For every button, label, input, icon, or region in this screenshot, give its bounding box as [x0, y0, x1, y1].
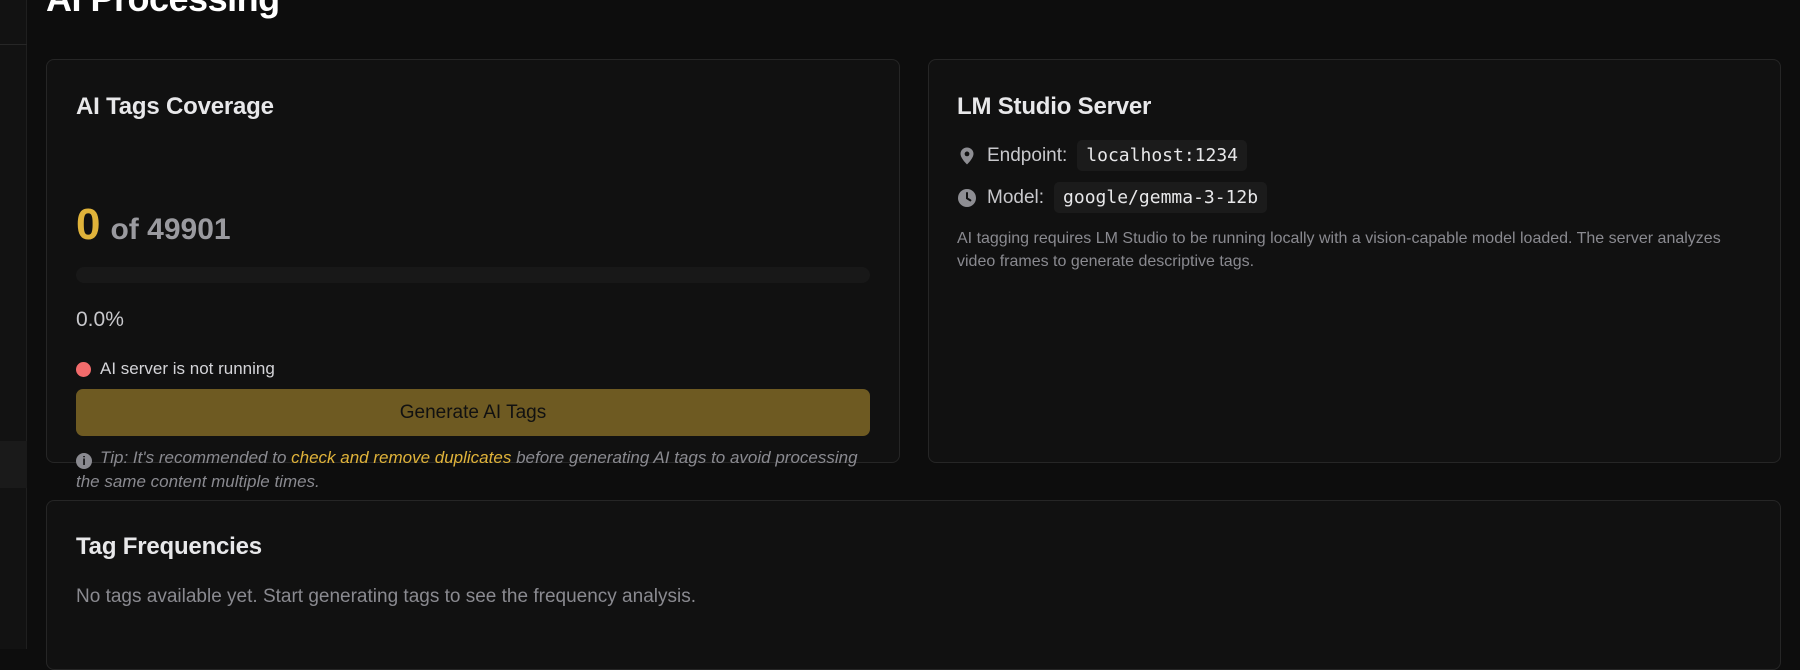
server-title: LM Studio Server: [957, 93, 1152, 120]
server-description: AI tagging requires LM Studio to be runn…: [957, 230, 1721, 270]
endpoint-row: Endpoint: localhost:1234: [957, 140, 1248, 171]
endpoint-label: Endpoint:: [987, 144, 1068, 166]
sidebar-item-active[interactable]: [0, 441, 27, 488]
model-label: Model:: [987, 186, 1045, 208]
info-icon: i: [76, 453, 92, 469]
page-title: AI Processing: [46, 0, 280, 20]
lm-studio-server-card: LM Studio Server Endpoint: localhost:123…: [928, 59, 1781, 463]
location-pin-icon: [960, 147, 974, 164]
coverage-count: 0 of 49901: [76, 200, 231, 250]
sidebar: [0, 0, 27, 649]
coverage-percent: 0.0%: [76, 308, 124, 331]
tip-prefix: Tip: It's recommended to: [100, 448, 287, 467]
coverage-title: AI Tags Coverage: [76, 93, 274, 120]
check-duplicates-link[interactable]: check and remove duplicates: [291, 448, 511, 467]
frequencies-title: Tag Frequencies: [76, 533, 262, 560]
sidebar-divider: [0, 44, 27, 45]
tag-frequencies-card: Tag Frequencies No tags available yet. S…: [46, 500, 1781, 670]
coverage-progress-bar: [76, 267, 870, 283]
endpoint-value: localhost:1234: [1077, 140, 1248, 171]
duplicates-tip: i Tip: It's recommended to check and remo…: [76, 446, 870, 494]
server-status-text: AI server is not running: [100, 359, 275, 378]
total-count: of 49901: [110, 213, 231, 246]
tagged-count: 0: [76, 200, 101, 249]
generate-ai-tags-button[interactable]: Generate AI Tags: [76, 389, 870, 436]
status-dot-icon: [76, 361, 91, 377]
ai-tags-coverage-card: AI Tags Coverage 0 of 49901 0.0% AI serv…: [46, 59, 900, 491]
frequencies-empty-message: No tags available yet. Start generating …: [76, 586, 696, 607]
clock-icon: [958, 188, 976, 207]
model-row: Model: google/gemma-3-12b: [957, 182, 1268, 213]
model-value: google/gemma-3-12b: [1054, 182, 1268, 213]
server-status: AI server is not running: [76, 359, 275, 379]
